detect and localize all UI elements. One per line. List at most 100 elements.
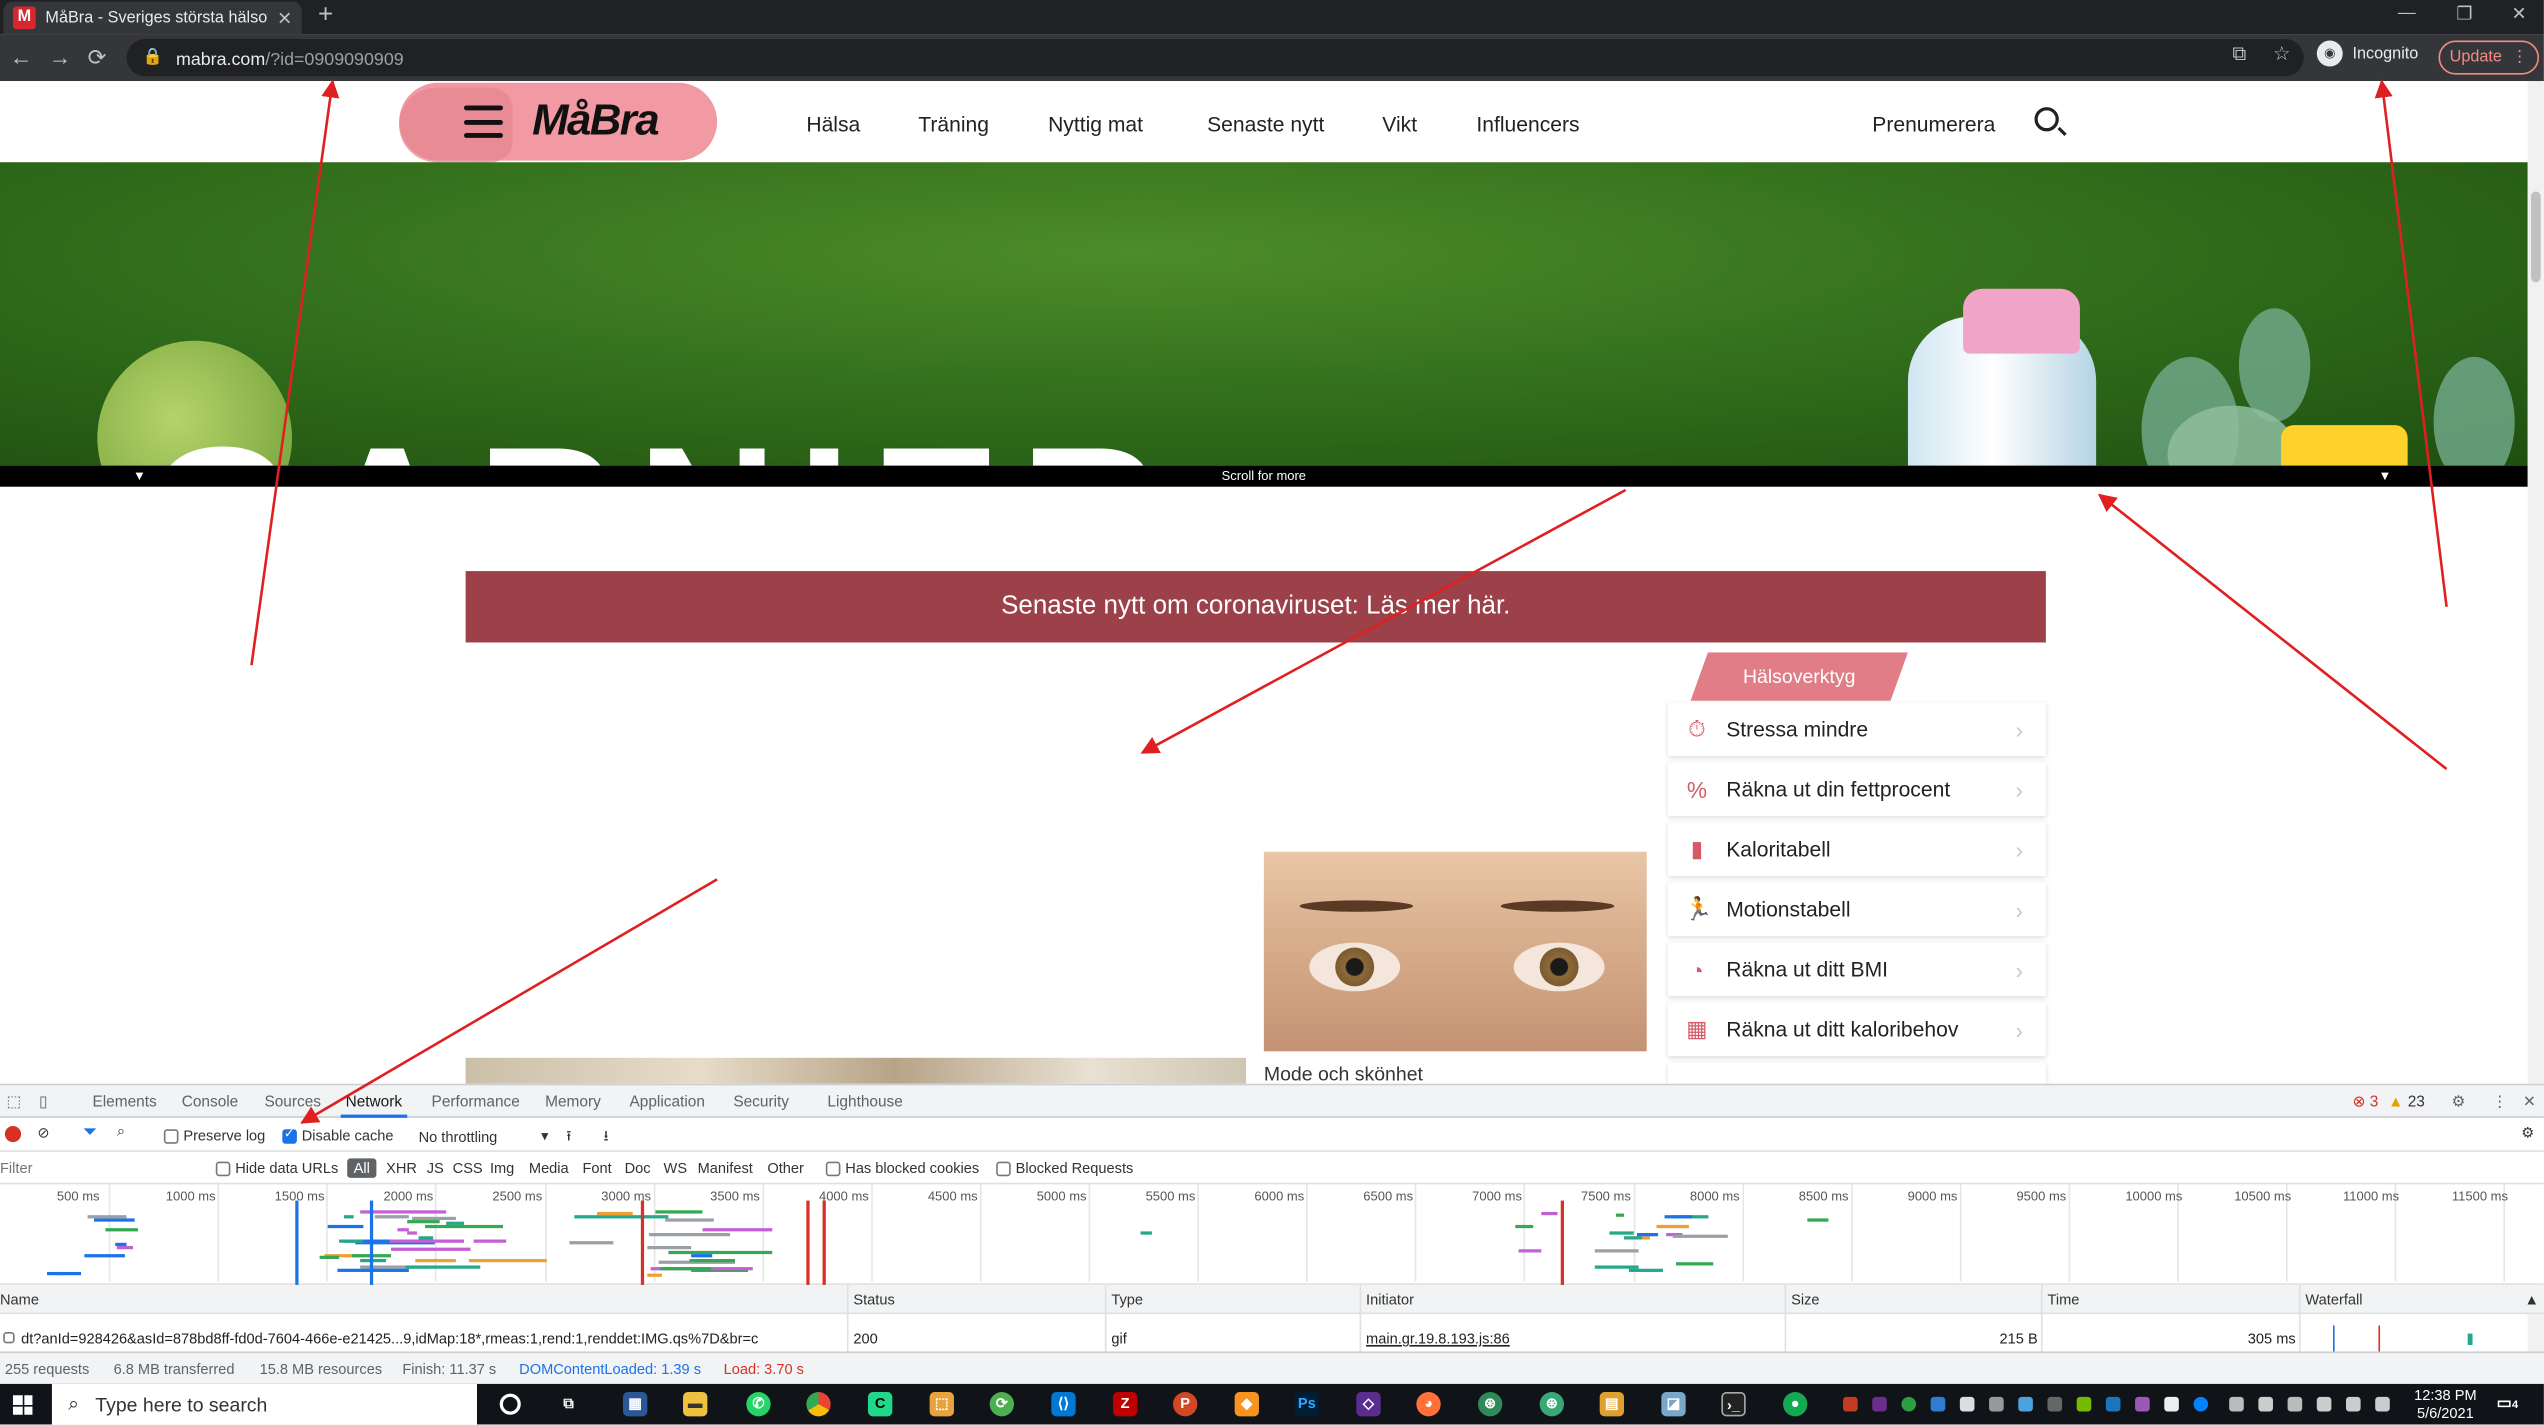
taskbar-search[interactable]: ⌕ Type here to search xyxy=(51,1383,477,1425)
network-settings-icon[interactable]: ⚙ xyxy=(2521,1124,2534,1142)
network-overview-timeline[interactable]: 500 ms 1000 ms 1500 ms 2000 ms 2500 ms 3000 m… xyxy=(0,1184,2544,1285)
filter-input[interactable] xyxy=(0,1156,202,1180)
onedrive-icon[interactable] xyxy=(2287,1396,2303,1412)
incognito-indicator[interactable]: ◉ Incognito xyxy=(2316,40,2418,67)
import-har-icon[interactable]: ⭱ xyxy=(566,1124,571,1150)
sourcetree-icon[interactable]: ⬚ xyxy=(929,1392,954,1417)
clear-icon[interactable]: ⊘ xyxy=(37,1124,49,1142)
terminal-icon[interactable]: ›_ xyxy=(1721,1392,1746,1417)
site-logo[interactable]: MåBra xyxy=(532,96,659,146)
app-orange-icon[interactable]: ◆ xyxy=(1234,1392,1259,1417)
tool-kaloritabell[interactable]: ▮ Kaloritabell › xyxy=(1667,822,2046,877)
tab-memory[interactable]: Memory xyxy=(545,1093,601,1111)
column-status[interactable]: Status xyxy=(853,1291,894,1307)
notifications-icon[interactable]: ▭4 xyxy=(2495,1392,2519,1416)
row-initiator-link[interactable]: main.gr.19.8.193.js:86 xyxy=(1366,1330,1510,1346)
tool-stressa-mindre[interactable]: ⏱ Stressa mindre › xyxy=(1667,702,2046,757)
minimize-icon[interactable]: — xyxy=(2398,3,2416,22)
table-scrollbar[interactable] xyxy=(2527,1314,2544,1354)
tray-gray-icon[interactable] xyxy=(1989,1396,2004,1412)
article-image-partial[interactable] xyxy=(465,1057,1247,1084)
subscribe-link[interactable]: Prenumerera xyxy=(1872,112,1995,136)
tray-green-icon[interactable] xyxy=(1901,1396,1917,1412)
forward-arrow-icon[interactable]: → xyxy=(49,44,72,70)
tab-elements[interactable]: Elements xyxy=(92,1093,156,1111)
tool-bmi[interactable]: ◔ Räkna ut ditt BMI › xyxy=(1667,942,2046,997)
new-tab-button[interactable]: + xyxy=(318,2,333,31)
banner-ad[interactable]: GARNIER xyxy=(0,162,2528,466)
nav-item-halsa[interactable]: Hälsa xyxy=(806,112,860,136)
inspect-element-icon[interactable]: ⬚ xyxy=(6,1093,21,1111)
table-row[interactable]: dt?anId=928426&asId=878bd8ff-fd0d-7604-4… xyxy=(0,1325,2544,1354)
error-count-badge[interactable]: ⊗ 3 xyxy=(2352,1093,2378,1111)
tray-phone-icon[interactable] xyxy=(1959,1396,1975,1412)
tab-lighthouse[interactable]: Lighthouse xyxy=(827,1093,902,1111)
app-teal-icon[interactable]: ⊛ xyxy=(1478,1392,1503,1417)
address-bar[interactable]: 🔒 mabra.com/?id=0909090909 xyxy=(126,38,2304,77)
visual-studio-icon[interactable]: ◇ xyxy=(1356,1392,1381,1417)
column-waterfall[interactable]: Waterfall xyxy=(2305,1291,2362,1307)
filter-font[interactable]: Font xyxy=(582,1160,611,1176)
device-toolbar-icon[interactable]: ▯ xyxy=(39,1093,47,1111)
translate-icon[interactable]: ⧉ xyxy=(2232,42,2246,66)
app-yellow-icon[interactable]: ▤ xyxy=(1599,1392,1625,1417)
tray-blue-icon[interactable] xyxy=(2018,1396,2033,1412)
app-blue-icon[interactable]: ◪ xyxy=(1661,1392,1686,1417)
settings-gear-icon[interactable]: ⚙ xyxy=(2451,1093,2465,1111)
nav-item-influencers[interactable]: Influencers xyxy=(1476,112,1579,136)
column-type[interactable]: Type xyxy=(1111,1291,1143,1307)
search-icon[interactable]: ⌕ xyxy=(117,1123,125,1141)
tool-kaloribehov[interactable]: ▦ Räkna ut ditt kaloribehov › xyxy=(1667,1002,2046,1057)
tab-application[interactable]: Application xyxy=(629,1093,704,1111)
tray-steam-icon[interactable] xyxy=(2105,1396,2121,1412)
powerpoint-icon[interactable]: P xyxy=(1172,1392,1198,1417)
task-view-icon[interactable]: ⧉ xyxy=(556,1392,580,1416)
filter-other[interactable]: Other xyxy=(767,1160,804,1176)
browser-tab[interactable]: M MåBra - Sveriges största hälsotidning … xyxy=(3,1,302,35)
filter-ws[interactable]: WS xyxy=(664,1160,688,1176)
file-explorer-icon[interactable]: ▬ xyxy=(683,1392,708,1417)
throttling-select[interactable]: No throttling ▾ xyxy=(419,1128,549,1146)
page-scrollbar-thumb[interactable] xyxy=(2530,191,2541,283)
windows-start-icon[interactable] xyxy=(12,1395,33,1415)
export-har-icon[interactable]: ⭳ xyxy=(604,1124,609,1150)
nav-item-traning[interactable]: Träning xyxy=(918,112,989,136)
blocked-requests-checkbox[interactable]: Blocked Requests xyxy=(996,1160,1133,1176)
article-category[interactable]: Mode och skönhet xyxy=(1264,1063,1423,1086)
restore-icon[interactable]: ❐ xyxy=(2456,3,2472,24)
microphone-icon[interactable] xyxy=(2258,1396,2273,1412)
taskbar-clock[interactable]: 12:38 PM 5/6/2021 xyxy=(2414,1387,2477,1423)
column-initiator[interactable]: Initiator xyxy=(1366,1291,1414,1307)
nav-item-vikt[interactable]: Vikt xyxy=(1382,112,1417,136)
warning-count-badge[interactable]: ▲ 23 xyxy=(2388,1093,2425,1111)
tab-network[interactable]: Network xyxy=(340,1093,407,1118)
vscode-icon[interactable]: ⟨⟩ xyxy=(1051,1392,1076,1417)
filter-all-chip[interactable]: All xyxy=(347,1158,377,1178)
corona-news-banner[interactable]: Senaste nytt om coronaviruset: Läs mer h… xyxy=(465,571,2046,643)
filter-xhr[interactable]: XHR xyxy=(386,1160,417,1176)
network-app-icon[interactable]: ▦ xyxy=(623,1392,648,1417)
whatsapp-icon[interactable]: ✆ xyxy=(746,1392,771,1417)
nav-item-senaste-nytt[interactable]: Senaste nytt xyxy=(1207,112,1324,136)
chrome-icon[interactable] xyxy=(806,1392,831,1417)
filter-img[interactable]: Img xyxy=(490,1160,514,1176)
article-image-eyes[interactable] xyxy=(1263,851,1647,1052)
close-icon[interactable]: ✕ xyxy=(277,7,292,28)
nav-item-nyttig-mat[interactable]: Nyttig mat xyxy=(1048,112,1143,136)
filter-media[interactable]: Media xyxy=(529,1160,569,1176)
app-green2-icon[interactable]: ⊛ xyxy=(1539,1392,1564,1417)
scroll-for-more-bar[interactable]: ▼ Scroll for more ▼ xyxy=(0,465,2528,487)
tray-winrar-icon[interactable] xyxy=(1872,1396,1887,1412)
tray-shield-icon[interactable] xyxy=(2164,1396,2179,1412)
star-bookmark-icon[interactable]: ☆ xyxy=(2273,42,2290,65)
blocked-cookies-checkbox[interactable]: Has blocked cookies xyxy=(825,1160,979,1176)
filter-funnel-icon[interactable]: ⏷ xyxy=(83,1123,97,1144)
hide-data-urls-checkbox[interactable]: Hide data URLs xyxy=(215,1160,338,1176)
tray-teams-icon[interactable] xyxy=(1930,1396,1946,1412)
window-close-icon[interactable]: ✕ xyxy=(2511,3,2526,24)
tray-app-icon[interactable] xyxy=(1843,1396,1858,1412)
filter-manifest[interactable]: Manifest xyxy=(698,1160,753,1176)
tool-motionstabell[interactable]: 🏃 Motionstabell › xyxy=(1667,882,2046,937)
wifi-icon[interactable] xyxy=(2316,1396,2332,1412)
bluetooth-icon[interactable] xyxy=(2193,1396,2209,1412)
